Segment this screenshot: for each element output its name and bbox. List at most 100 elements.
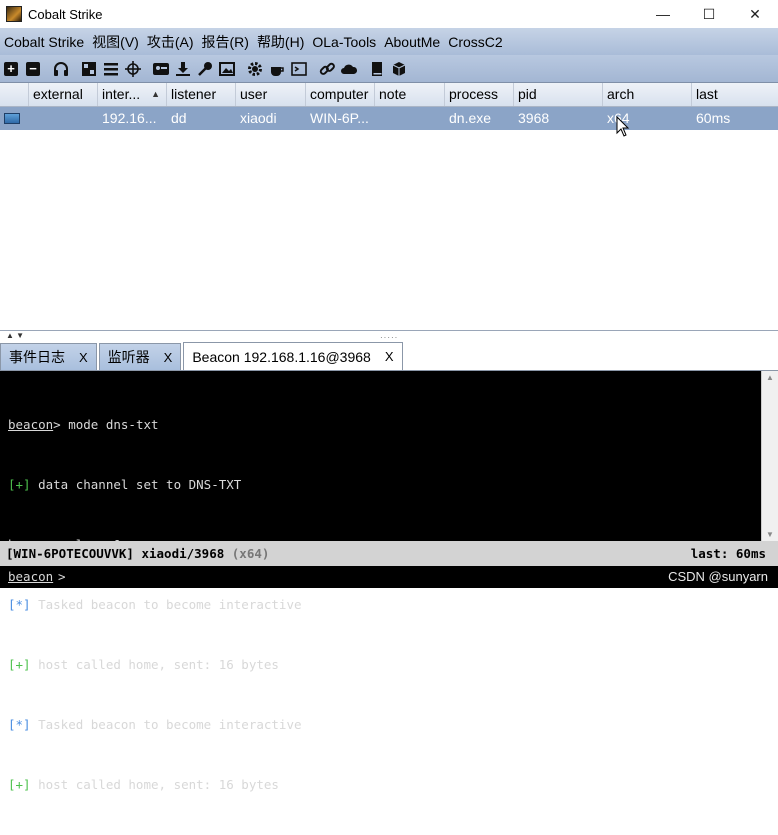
tab-label: 监听器 — [107, 349, 150, 365]
column-header-internal[interactable]: inter... ▲ — [98, 83, 167, 106]
cell-internal: 192.16... — [102, 110, 157, 126]
console-text: Tasked beacon to become interactive — [30, 597, 302, 612]
console-tag: [+] — [8, 477, 31, 492]
column-header-last[interactable]: last — [692, 83, 778, 106]
console-text: data channel set to DNS-TXT — [30, 477, 242, 492]
watermark: CSDN @sunyarn — [668, 569, 768, 584]
table-header: external inter... ▲ listener user compute… — [0, 83, 778, 107]
app-icon — [6, 6, 22, 22]
download-icon[interactable] — [172, 58, 194, 80]
console-text: Tasked beacon to become interactive — [30, 717, 302, 732]
card-icon[interactable] — [150, 58, 172, 80]
column-header-process[interactable]: process — [445, 83, 514, 106]
window-controls: — ☐ ✕ — [640, 0, 778, 28]
column-header-arch[interactable]: arch — [603, 83, 692, 106]
cloud-icon[interactable] — [338, 58, 360, 80]
column-header-icon[interactable] — [0, 83, 29, 106]
input-prompt-label: beacon — [8, 569, 54, 584]
console-line: [+] host called home, sent: 16 bytes — [8, 655, 760, 675]
add-icon[interactable]: + — [0, 58, 22, 80]
scroll-down-icon[interactable]: ▼ — [766, 530, 774, 539]
menu-attack[interactable]: 攻击(A) — [143, 32, 198, 52]
beacon-console[interactable]: beacon> mode dns-txt [+] data channel se… — [0, 371, 778, 792]
menu-crossc2[interactable]: CrossC2 — [444, 34, 506, 50]
menu-aboutme[interactable]: AboutMe — [380, 34, 444, 50]
beacon-status-bar: [WIN-6POTECOUVVK] xiaodi/3968 (x64) last… — [0, 541, 778, 566]
tab-close-button[interactable]: X — [385, 349, 394, 364]
session-icon-cell — [0, 107, 29, 130]
console-line: [*] Tasked beacon to become interactive — [8, 595, 760, 615]
menu-view[interactable]: 视图(V) — [88, 32, 143, 52]
menu-bar: Cobalt Strike 视图(V) 攻击(A) 报告(R) 帮助(H) OL… — [0, 28, 778, 55]
console-tag: [*] — [8, 597, 31, 612]
remove-icon[interactable]: − — [22, 58, 44, 80]
window-title: Cobalt Strike — [28, 6, 103, 22]
cell-listener: dd — [171, 110, 187, 126]
console-tag: [+] — [8, 777, 31, 792]
table-row[interactable]: 192.16... dd xiaodi WIN-6P... dn.exe 396… — [0, 107, 778, 130]
tab-close-button[interactable]: X — [164, 350, 173, 365]
console-scrollbar[interactable]: ▲ ▼ — [761, 371, 778, 541]
splitter-grip-icon[interactable]: ····· — [380, 333, 398, 342]
console-prompt-sep: > — [53, 417, 69, 432]
cell-pid: 3968 — [518, 110, 550, 126]
input-prompt: beacon — [8, 566, 53, 588]
splitter-arrows-icon[interactable]: ▲ ▼ — [6, 331, 24, 341]
scroll-up-icon[interactable]: ▲ — [766, 373, 774, 382]
mouse-cursor-icon — [616, 116, 630, 137]
tab-listeners[interactable]: 监听器 X — [98, 343, 182, 370]
close-button[interactable]: ✕ — [732, 0, 778, 28]
list-icon[interactable] — [100, 58, 122, 80]
tab-event-log[interactable]: 事件日志 X — [0, 343, 97, 370]
cell-last: 60ms — [696, 110, 731, 126]
tab-beacon[interactable]: Beacon 192.168.1.16@3968 X — [183, 342, 403, 370]
console-tabs: 事件日志 X 监听器 X Beacon 192.168.1.16@3968 X — [0, 342, 778, 371]
toolbar: + − — [0, 55, 778, 83]
sessions-table: external inter... ▲ listener user compute… — [0, 83, 778, 330]
console-prompt: beacon — [8, 417, 54, 432]
menu-report[interactable]: 报告(R) — [198, 32, 253, 52]
cell-note — [375, 107, 445, 130]
status-last: last: 60ms — [690, 546, 766, 561]
tab-label: 事件日志 — [9, 349, 65, 365]
layout-icon[interactable] — [78, 58, 100, 80]
input-prompt-sep: > — [58, 569, 66, 584]
coffee-icon[interactable] — [266, 58, 288, 80]
key-icon[interactable] — [194, 58, 216, 80]
console-command: mode dns-txt — [68, 417, 159, 432]
menu-help[interactable]: 帮助(H) — [253, 32, 308, 52]
menu-ola-tools[interactable]: OLa-Tools — [308, 34, 380, 50]
menu-cobalt-strike[interactable]: Cobalt Strike — [0, 34, 88, 50]
column-header-computer[interactable]: computer — [306, 83, 375, 106]
gear-icon[interactable] — [244, 58, 266, 80]
command-input[interactable] — [70, 568, 634, 588]
tab-close-button[interactable]: X — [79, 350, 88, 365]
column-header-external[interactable]: external — [29, 83, 98, 106]
column-header-listener[interactable]: listener — [167, 83, 236, 106]
column-header-internal-label: inter... — [102, 86, 141, 102]
link-icon[interactable] — [316, 58, 338, 80]
console-text: host called home, sent: 16 bytes — [30, 657, 279, 672]
book-icon[interactable] — [366, 58, 388, 80]
cell-external — [29, 107, 98, 130]
title-bar: Cobalt Strike — ☐ ✕ — [0, 0, 778, 28]
maximize-button[interactable]: ☐ — [686, 0, 732, 28]
cube-icon[interactable] — [388, 58, 410, 80]
console-output: beacon> mode dns-txt [+] data channel se… — [8, 375, 760, 835]
sort-ascending-icon: ▲ — [151, 89, 160, 99]
console-tag: [+] — [8, 657, 31, 672]
minimize-button[interactable]: — — [640, 0, 686, 28]
tab-label: Beacon 192.168.1.16@3968 — [192, 348, 371, 365]
terminal-icon[interactable] — [288, 58, 310, 80]
console-tag: [*] — [8, 717, 31, 732]
column-header-pid[interactable]: pid — [514, 83, 603, 106]
console-line: [+] host called home, sent: 16 bytes — [8, 775, 760, 795]
status-host: [WIN-6POTECOUVVK] xiaodi/3968 — [6, 546, 225, 561]
column-header-note[interactable]: note — [375, 83, 445, 106]
image-icon[interactable] — [216, 58, 238, 80]
windows-host-icon — [4, 113, 20, 124]
column-header-user[interactable]: user — [236, 83, 306, 106]
headphones-icon[interactable] — [50, 58, 72, 80]
target-icon[interactable] — [122, 58, 144, 80]
console-line: [+] data channel set to DNS-TXT — [8, 475, 760, 495]
